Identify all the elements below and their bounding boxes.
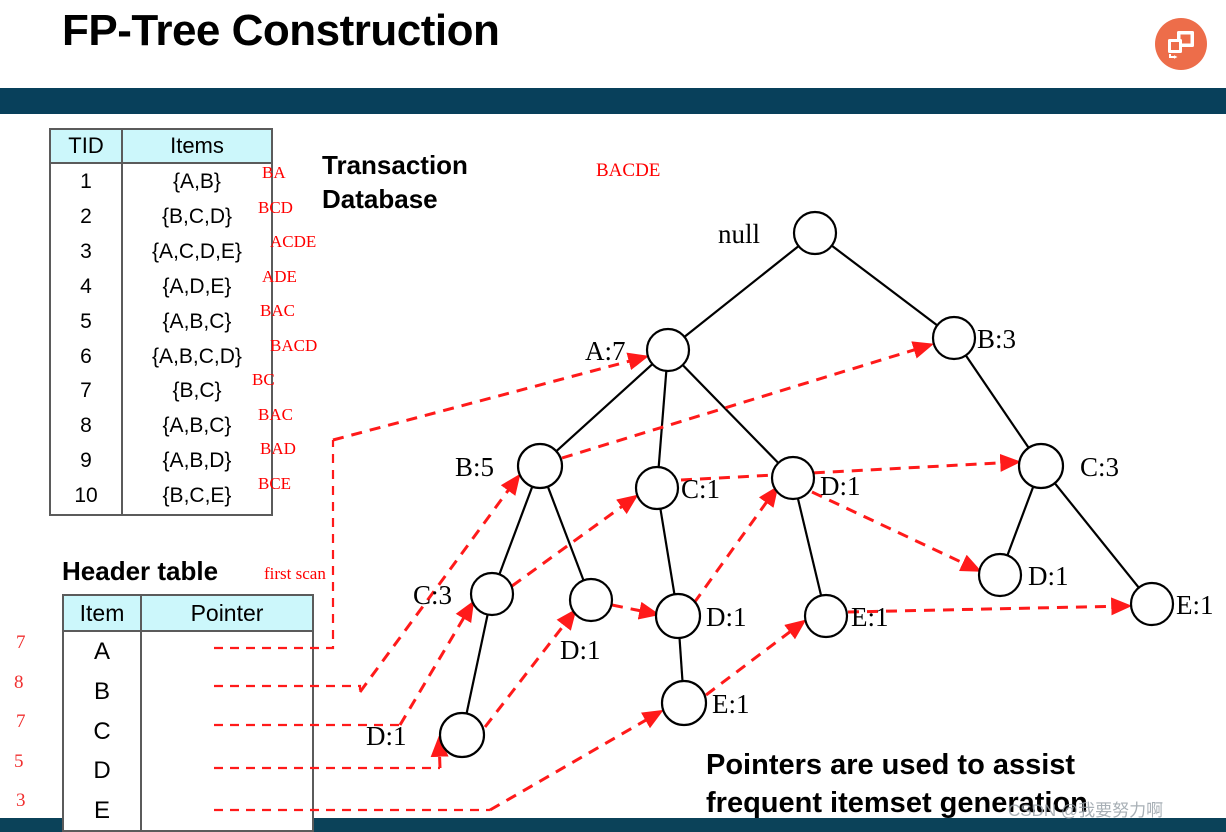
tree-nodes: null A:7 B:3 B:5 C:1 D:1 C:3 C:3 D:1 D:1 E:1 D:1 E:1… (366, 210, 1214, 759)
tree-node-e1r[interactable]: E:1 (1129, 581, 1214, 627)
tree-edge (681, 364, 780, 464)
tree-node-d1c[interactable]: D:1 (654, 592, 747, 640)
tree-node-c3l[interactable]: C:3 (413, 571, 515, 617)
pointer-a-to-a7 (332, 352, 650, 442)
node-circle[interactable] (568, 577, 614, 623)
pointer-d1a-to-d1right (811, 490, 982, 572)
tree-node-b3[interactable]: B:3 (931, 315, 1016, 361)
pointer-path-a-routing (214, 440, 335, 650)
tree-node-e1bl[interactable]: E:1 (660, 679, 750, 727)
tree-edge (796, 498, 823, 596)
tree-node-root[interactable]: null (718, 210, 838, 256)
tree-edge (465, 614, 489, 714)
node-circle[interactable] (660, 679, 708, 727)
node-label: B:5 (455, 452, 494, 482)
node-circle[interactable] (803, 593, 849, 639)
pointer-c3left-to-c1 (511, 494, 639, 588)
tree-node-a7[interactable]: A:7 (585, 327, 691, 373)
node-circle[interactable] (469, 571, 515, 617)
pointer-d-to-d1-bottomleft (430, 735, 449, 769)
node-label: A:7 (585, 336, 626, 366)
node-circle[interactable] (1017, 442, 1065, 490)
csdn-watermark: CSDN @我要努力啊 (1008, 801, 1164, 820)
node-circle[interactable] (977, 552, 1023, 598)
node-circle[interactable] (792, 210, 838, 256)
caption-line1: Pointers are used to assist (706, 749, 1076, 781)
pointer-d1c-to-d1a (692, 485, 779, 604)
pointer-d1b-to-d1c (611, 601, 661, 620)
node-label: null (718, 219, 760, 249)
tree-node-b5[interactable]: B:5 (455, 442, 564, 490)
tree-edge (678, 637, 684, 682)
node-circle[interactable] (516, 442, 564, 490)
node-circle[interactable] (931, 315, 977, 361)
pointer-e-to-e1-bottom (489, 709, 664, 812)
node-label: D:1 (820, 471, 861, 501)
node-circle[interactable] (654, 592, 702, 640)
tree-edge (498, 486, 534, 575)
pointer-e1mid-to-e1right (847, 597, 1133, 616)
tree-edge (683, 245, 800, 338)
tree-edge (546, 486, 585, 581)
node-label: C:3 (413, 580, 452, 610)
tree-node-c3r[interactable]: C:3 (1017, 442, 1119, 490)
node-label: B:3 (977, 324, 1016, 354)
tree-node-d1r[interactable]: D:1 (977, 552, 1069, 598)
node-circle[interactable] (634, 465, 680, 511)
node-label: D:1 (560, 635, 601, 665)
node-label: C:1 (681, 474, 720, 504)
node-label: D:1 (706, 602, 747, 632)
pointer-d1bl-to-d1b (483, 608, 577, 728)
fp-tree-diagram: null A:7 B:3 B:5 C:1 D:1 C:3 C:3 D:1 D:1 E:1 D:1 E:1… (214, 210, 1214, 812)
node-circle[interactable] (645, 327, 691, 373)
tree-edge (964, 354, 1030, 449)
node-label: D:1 (366, 721, 407, 751)
tree-edge (555, 363, 654, 453)
tree-edge (657, 370, 668, 468)
node-label: E:1 (1176, 590, 1214, 620)
tree-edge (831, 244, 938, 327)
node-circle[interactable] (770, 455, 816, 501)
tree-node-e1m[interactable]: E:1 (803, 593, 889, 639)
tree-edge (1006, 486, 1035, 556)
node-label: C:3 (1080, 452, 1119, 482)
node-label: D:1 (1028, 561, 1069, 591)
node-label: E:1 (712, 689, 750, 719)
tree-node-d1bl[interactable]: D:1 (366, 711, 486, 759)
tree-node-c1[interactable]: C:1 (634, 465, 720, 511)
pointer-path-b-routing (214, 684, 362, 690)
node-circle[interactable] (438, 711, 486, 759)
pointer-e1bottom-to-e1mid (705, 619, 807, 697)
slide-canvas: FP-Tree Construction TID Items 1 {A,B} 2 {B… (0, 0, 1226, 832)
node-circle[interactable] (1129, 581, 1175, 627)
node-label: E:1 (851, 602, 889, 632)
tree-edge (659, 508, 676, 595)
